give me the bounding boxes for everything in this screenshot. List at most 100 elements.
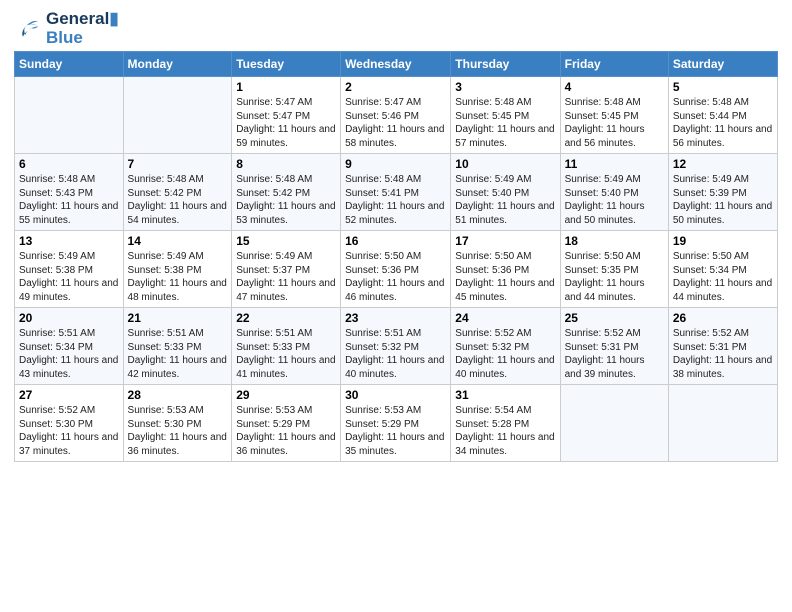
day-cell: 30 Sunrise: 5:53 AMSunset: 5:29 PMDayligh… [341,385,451,462]
day-cell: 24 Sunrise: 5:52 AMSunset: 5:32 PMDayligh… [451,308,560,385]
day-cell: 23 Sunrise: 5:51 AMSunset: 5:32 PMDayligh… [341,308,451,385]
day-info: Sunrise: 5:52 AMSunset: 5:32 PMDaylight:… [455,327,555,381]
header-tuesday: Tuesday [232,52,341,77]
day-number: 14 [128,234,228,248]
day-cell: 20 Sunrise: 5:51 AMSunset: 5:34 PMDayligh… [15,308,124,385]
day-number: 17 [455,234,555,248]
day-info: Sunrise: 5:47 AMSunset: 5:46 PMDaylight:… [345,96,446,150]
day-info: Sunrise: 5:50 AMSunset: 5:35 PMDaylight:… [565,250,664,304]
day-cell: 10Sunrise: 5:49 AMSunset: 5:40 PMDayligh… [451,154,560,231]
header-row-days: SundayMondayTuesdayWednesdayThursdayFrid… [15,52,778,77]
day-info: Sunrise: 5:53 AMSunset: 5:29 PMDaylight:… [345,404,446,458]
day-cell: 2 Sunrise: 5:47 AMSunset: 5:46 PMDaylight… [341,77,451,154]
day-info: Sunrise: 5:49 AMSunset: 5:38 PMDaylight:… [128,250,228,304]
day-cell: 26 Sunrise: 5:52 AMSunset: 5:31 PMDayligh… [668,308,777,385]
header-wednesday: Wednesday [341,52,451,77]
day-cell: 15 Sunrise: 5:49 AMSunset: 5:37 PMDayligh… [232,231,341,308]
day-number: 20 [19,311,119,325]
day-cell: 31 Sunrise: 5:54 AMSunset: 5:28 PMDayligh… [451,385,560,462]
day-cell [668,385,777,462]
day-number: 28 [128,388,228,402]
day-info: Sunrise: 5:50 AMSunset: 5:36 PMDaylight:… [455,250,555,304]
day-number: 6 [19,157,119,171]
day-cell: 17 Sunrise: 5:50 AMSunset: 5:36 PMDayligh… [451,231,560,308]
day-cell: 9 Sunrise: 5:48 AMSunset: 5:41 PMDaylight… [341,154,451,231]
day-info: Sunrise: 5:53 AMSunset: 5:30 PMDaylight:… [128,404,228,458]
day-info: Sunrise: 5:52 AMSunset: 5:31 PMDaylight:… [565,327,664,381]
day-info: Sunrise: 5:50 AMSunset: 5:34 PMDaylight:… [673,250,773,304]
day-cell: 8 Sunrise: 5:48 AMSunset: 5:42 PMDaylight… [232,154,341,231]
day-info: Sunrise: 5:47 AMSunset: 5:47 PMDaylight:… [236,96,336,150]
day-info: Sunrise: 5:53 AMSunset: 5:29 PMDaylight:… [236,404,336,458]
day-info: Sunrise: 5:51 AMSunset: 5:33 PMDaylight:… [236,327,336,381]
day-number: 18 [565,234,664,248]
day-cell [560,385,668,462]
day-number: 8 [236,157,336,171]
day-number: 2 [345,80,446,94]
day-cell: 11 Sunrise: 5:49 AMSunset: 5:40 PMDayligh… [560,154,668,231]
day-cell: 6 Sunrise: 5:48 AMSunset: 5:43 PMDaylight… [15,154,124,231]
day-cell: 16 Sunrise: 5:50 AMSunset: 5:36 PMDayligh… [341,231,451,308]
day-number: 5 [673,80,773,94]
week-row-2: 6 Sunrise: 5:48 AMSunset: 5:43 PMDaylight… [15,154,778,231]
day-number: 26 [673,311,773,325]
logo-icon [14,18,42,40]
day-info: Sunrise: 5:54 AMSunset: 5:28 PMDaylight:… [455,404,555,458]
day-number: 30 [345,388,446,402]
day-number: 10 [455,157,555,171]
calendar-table: SundayMondayTuesdayWednesdayThursdayFrid… [14,51,778,462]
day-cell: 5 Sunrise: 5:48 AMSunset: 5:44 PMDaylight… [668,77,777,154]
header-saturday: Saturday [668,52,777,77]
day-info: Sunrise: 5:48 AMSunset: 5:44 PMDaylight:… [673,96,773,150]
header-row: General▮ Blue [14,10,778,47]
day-cell: 3 Sunrise: 5:48 AMSunset: 5:45 PMDaylight… [451,77,560,154]
day-info: Sunrise: 5:51 AMSunset: 5:34 PMDaylight:… [19,327,119,381]
logo-text: General▮ Blue [46,10,119,47]
day-info: Sunrise: 5:48 AMSunset: 5:45 PMDaylight:… [565,96,664,150]
day-cell: 13Sunrise: 5:49 AMSunset: 5:38 PMDayligh… [15,231,124,308]
day-number: 31 [455,388,555,402]
day-cell: 18 Sunrise: 5:50 AMSunset: 5:35 PMDayligh… [560,231,668,308]
day-cell [15,77,124,154]
header-thursday: Thursday [451,52,560,77]
day-info: Sunrise: 5:49 AMSunset: 5:40 PMDaylight:… [565,173,664,227]
day-number: 11 [565,157,664,171]
header-friday: Friday [560,52,668,77]
day-number: 12 [673,157,773,171]
day-number: 3 [455,80,555,94]
day-info: Sunrise: 5:51 AMSunset: 5:33 PMDaylight:… [128,327,228,381]
day-number: 29 [236,388,336,402]
header-monday: Monday [123,52,232,77]
day-info: Sunrise: 5:48 AMSunset: 5:42 PMDaylight:… [236,173,336,227]
day-number: 23 [345,311,446,325]
day-cell: 29 Sunrise: 5:53 AMSunset: 5:29 PMDayligh… [232,385,341,462]
day-info: Sunrise: 5:48 AMSunset: 5:43 PMDaylight:… [19,173,119,227]
day-number: 24 [455,311,555,325]
day-cell: 12 Sunrise: 5:49 AMSunset: 5:39 PMDayligh… [668,154,777,231]
day-number: 4 [565,80,664,94]
day-info: Sunrise: 5:52 AMSunset: 5:31 PMDaylight:… [673,327,773,381]
day-number: 15 [236,234,336,248]
day-info: Sunrise: 5:48 AMSunset: 5:45 PMDaylight:… [455,96,555,150]
logo: General▮ Blue [14,10,119,47]
week-row-4: 20 Sunrise: 5:51 AMSunset: 5:34 PMDayligh… [15,308,778,385]
day-number: 16 [345,234,446,248]
day-info: Sunrise: 5:49 AMSunset: 5:37 PMDaylight:… [236,250,336,304]
week-row-5: 27Sunrise: 5:52 AMSunset: 5:30 PMDayligh… [15,385,778,462]
day-number: 22 [236,311,336,325]
day-info: Sunrise: 5:49 AMSunset: 5:39 PMDaylight:… [673,173,773,227]
page-container: General▮ Blue SundayMondayTuesdayWednesd… [0,0,792,468]
day-cell: 14 Sunrise: 5:49 AMSunset: 5:38 PMDayligh… [123,231,232,308]
day-info: Sunrise: 5:49 AMSunset: 5:38 PMDaylight:… [19,250,119,304]
day-info: Sunrise: 5:48 AMSunset: 5:41 PMDaylight:… [345,173,446,227]
day-info: Sunrise: 5:50 AMSunset: 5:36 PMDaylight:… [345,250,446,304]
day-info: Sunrise: 5:51 AMSunset: 5:32 PMDaylight:… [345,327,446,381]
day-cell: 27Sunrise: 5:52 AMSunset: 5:30 PMDayligh… [15,385,124,462]
day-number: 1 [236,80,336,94]
day-cell: 28 Sunrise: 5:53 AMSunset: 5:30 PMDayligh… [123,385,232,462]
day-cell: 22 Sunrise: 5:51 AMSunset: 5:33 PMDayligh… [232,308,341,385]
day-cell: 19Sunrise: 5:50 AMSunset: 5:34 PMDayligh… [668,231,777,308]
day-number: 25 [565,311,664,325]
day-cell: 21Sunrise: 5:51 AMSunset: 5:33 PMDayligh… [123,308,232,385]
day-number: 9 [345,157,446,171]
